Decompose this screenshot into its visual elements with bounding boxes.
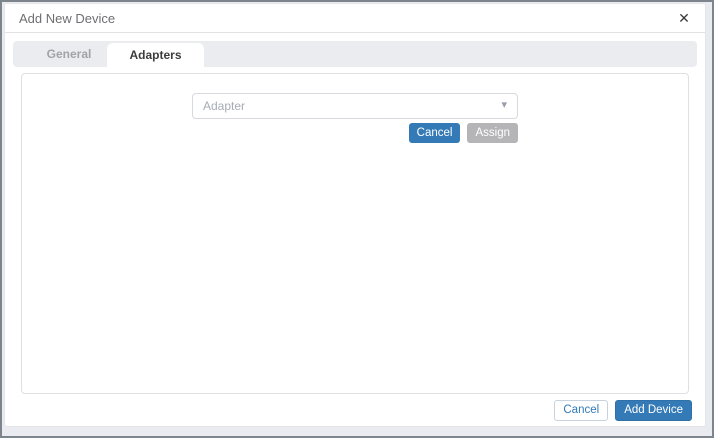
dialog-footer: Cancel Add Device	[554, 400, 692, 421]
cancel-assign-button[interactable]: Cancel	[409, 123, 461, 143]
tab-adapters-label: Adapters	[129, 48, 181, 62]
close-icon[interactable]: ✕	[674, 8, 694, 28]
adapter-actions-row: Cancel Assign	[192, 123, 518, 143]
tab-adapters[interactable]: Adapters	[107, 43, 204, 67]
adapters-tab-panel: Adapter ▾ Cancel Assign	[21, 73, 689, 394]
tab-bar: General Adapters	[13, 41, 697, 67]
tab-general-label: General	[47, 47, 92, 61]
dialog-title: Add New Device	[19, 4, 115, 33]
add-device-button[interactable]: Add Device	[615, 400, 692, 421]
assign-button[interactable]: Assign	[467, 123, 518, 143]
chevron-down-icon: ▾	[501, 94, 507, 117]
cancel-button[interactable]: Cancel	[554, 400, 608, 421]
tab-general[interactable]: General	[31, 41, 107, 67]
add-new-device-dialog: Add New Device ✕ General Adapters Adapte…	[4, 3, 706, 427]
dialog-header: Add New Device ✕	[5, 4, 705, 33]
adapter-select[interactable]: Adapter ▾	[192, 93, 518, 119]
adapter-select-placeholder: Adapter	[203, 94, 245, 118]
screenshot-frame: Add New Device ✕ General Adapters Adapte…	[0, 0, 714, 438]
